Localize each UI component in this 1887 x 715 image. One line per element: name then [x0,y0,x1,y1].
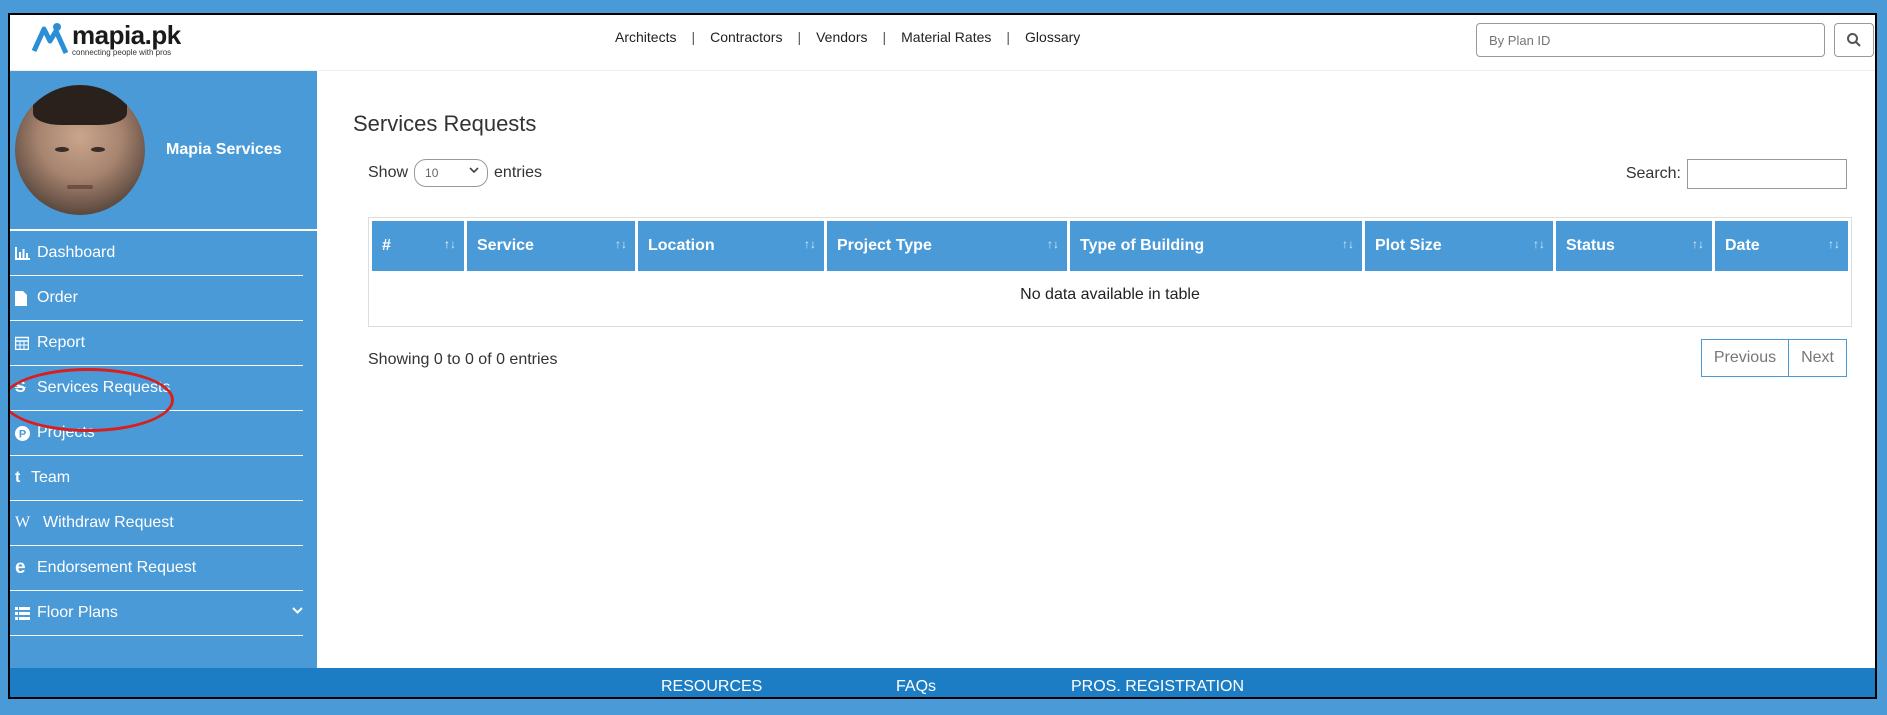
sort-icon: ↑↓ [1828,237,1840,251]
footer-link-faqs[interactable]: FAQs [896,678,936,696]
sidebar-item-floor-plans[interactable]: Floor Plans [10,591,303,636]
app-frame: mapia.pk connecting people with pros Arc… [8,13,1877,699]
chevron-down-icon[interactable] [292,603,303,617]
main-content: Services Requests Show 10 entries Search… [317,71,1875,686]
sidebar-item-team[interactable]: t Team [10,456,303,501]
p-circle-icon: P [15,425,37,441]
logo-tagline: connecting people with pros [72,48,172,57]
column-header-location[interactable]: Location ↑↓ [638,221,824,271]
logo-name: mapia.pk [72,20,181,50]
column-header-number[interactable]: # ↑↓ [372,221,464,271]
sidebar-item-order[interactable]: Order [10,276,303,321]
sidebar-item-label: Withdraw Request [43,514,174,531]
t-letter-icon: t [15,469,21,486]
table-search-input[interactable] [1687,159,1847,189]
footer-link-resources[interactable]: RESOURCES [661,678,762,696]
file-icon [15,290,37,306]
sidebar-item-withdraw-request[interactable]: W Withdraw Request [10,501,303,546]
sort-icon: ↑↓ [1533,237,1545,251]
table-info: Showing 0 to 0 of 0 entries [368,351,558,368]
table-header-row: # ↑↓ Service ↑↓ Location ↑↓ Project Type ↑↓ … [372,221,1848,271]
sort-icon: ↑↓ [1692,237,1704,251]
bar-chart-icon [15,246,37,260]
sidebar-item-projects[interactable]: P Projects [10,411,303,456]
show-label: Show [368,164,409,181]
page-length-value: 10 [425,166,439,180]
page-length-control: Show 10 entries [368,159,542,187]
top-navigation: Architects | Contractors | Vendors | Mat… [600,29,1095,45]
services-table-wrapper: # ↑↓ Service ↑↓ Location ↑↓ Project Type ↑↓ … [368,217,1852,327]
nav-architects[interactable]: Architects [600,29,691,45]
column-header-date[interactable]: Date ↑↓ [1715,221,1848,271]
entries-label: entries [494,164,543,181]
search-icon [1847,33,1861,47]
pagination: Previous Next [1700,339,1847,377]
sidebar-item-label: Team [31,469,71,486]
column-header-type-of-building[interactable]: Type of Building ↑↓ [1070,221,1362,271]
sidebar-item-endorsement-request[interactable]: e Endorsement Request [10,546,303,591]
mapia-logo-icon [31,23,69,55]
sidebar-item-label: Projects [37,424,95,441]
sidebar-item-services-requests[interactable]: S Services Requests [10,366,303,411]
nav-material-rates[interactable]: Material Rates [886,29,1006,45]
previous-page-button[interactable]: Previous [1700,339,1790,377]
next-page-button[interactable]: Next [1789,339,1847,377]
services-table: # ↑↓ Service ↑↓ Location ↑↓ Project Type ↑↓ … [369,218,1851,319]
footer: RESOURCES FAQs PROS. REGISTRATION [10,668,1875,697]
footer-link-pros-registration[interactable]: PROS. REGISTRATION [1071,678,1244,696]
sidebar-menu: Dashboard Order Report S Services Reques… [10,231,317,636]
sort-icon: ↑↓ [1342,237,1354,251]
sidebar: Mapia Services Dashboard Order Report S … [10,71,317,686]
column-header-service[interactable]: Service ↑↓ [467,221,635,271]
e-letter-icon: e [15,557,26,578]
search-label: Search: [1625,165,1681,182]
sort-icon: ↑↓ [444,237,456,251]
profile-name: Mapia Services [166,141,282,158]
plan-id-search-input[interactable] [1476,23,1825,57]
calendar-icon [15,336,37,350]
site-logo[interactable]: mapia.pk connecting people with pros [30,21,181,61]
sidebar-item-report[interactable]: Report [10,321,303,366]
sidebar-item-label: Floor Plans [37,604,118,621]
sort-icon: ↑↓ [615,237,627,251]
column-header-project-type[interactable]: Project Type ↑↓ [827,221,1067,271]
w-letter-icon: W [15,514,31,531]
sort-icon: ↑↓ [1047,237,1059,251]
nav-vendors[interactable]: Vendors [801,29,882,45]
table-row: No data available in table [372,274,1848,316]
plan-search-button[interactable] [1834,23,1874,57]
sidebar-item-label: Report [37,334,86,351]
nav-contractors[interactable]: Contractors [695,29,797,45]
nav-glossary[interactable]: Glossary [1010,29,1095,45]
avatar[interactable] [15,85,145,215]
list-icon [15,606,37,620]
column-header-status[interactable]: Status ↑↓ [1556,221,1712,271]
chevron-down-icon [469,166,479,177]
table-search-control: Search: [1626,159,1847,189]
page-title: Services Requests [353,111,537,136]
svg-text:P: P [19,428,26,440]
sidebar-item-label: Dashboard [37,244,116,261]
sort-icon: ↑↓ [804,237,816,251]
column-header-plot-size[interactable]: Plot Size ↑↓ [1365,221,1553,271]
sidebar-item-label: Services Requests [37,379,171,396]
empty-table-message: No data available in table [1020,286,1200,303]
page-length-select[interactable]: 10 [414,159,489,187]
logo-text: mapia.pk connecting people with pros [72,21,181,57]
profile-card: Mapia Services [10,71,317,231]
sidebar-item-label: Order [37,289,78,306]
top-header: mapia.pk connecting people with pros Arc… [10,15,1875,71]
strikethrough-s-icon: S [15,379,26,396]
sidebar-item-dashboard[interactable]: Dashboard [10,231,303,276]
sidebar-item-label: Endorsement Request [37,559,197,576]
